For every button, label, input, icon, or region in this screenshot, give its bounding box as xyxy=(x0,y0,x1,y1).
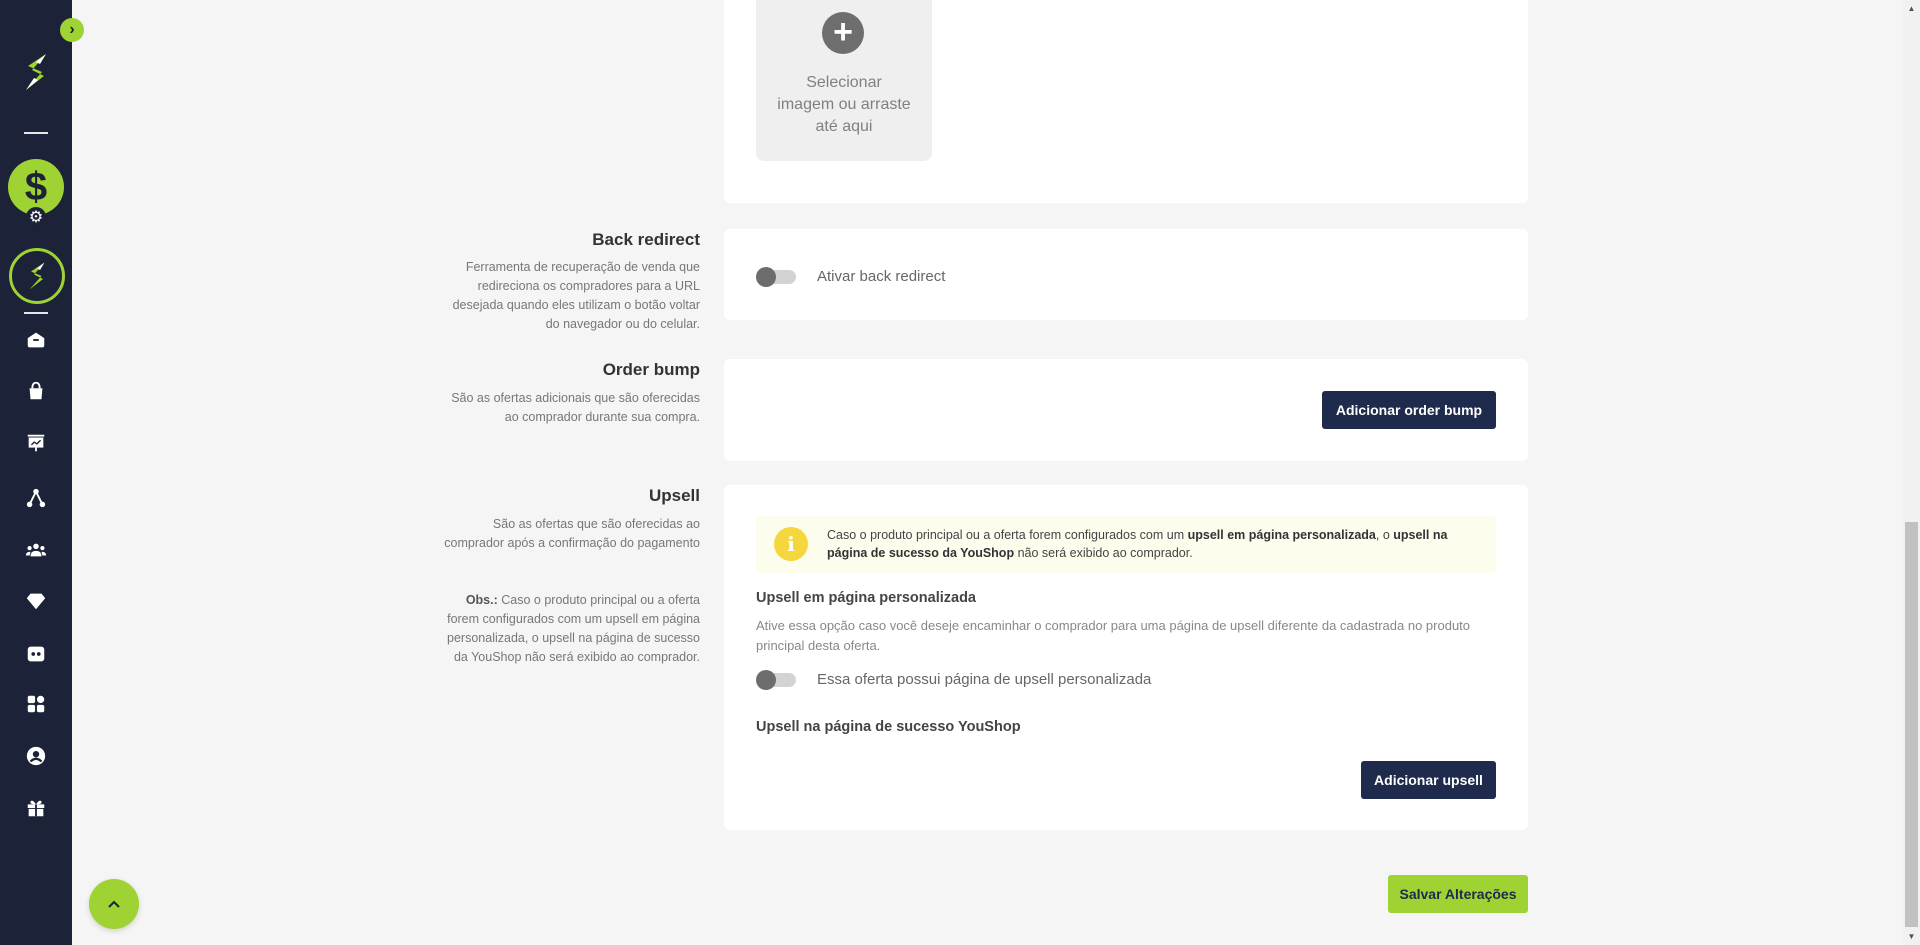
plus-icon: + xyxy=(822,12,864,54)
gear-icon[interactable]: ⚙ xyxy=(26,207,46,227)
dashboard-icon[interactable] xyxy=(22,640,50,668)
network-icon[interactable] xyxy=(22,484,50,512)
info-icon: i xyxy=(774,527,808,561)
scroll-to-top-button[interactable] xyxy=(89,879,139,929)
image-upload-dropzone[interactable]: + Selecionar imagem ou arraste até aqui xyxy=(756,0,932,161)
page-scrollbar[interactable]: ▲ ▼ xyxy=(1903,0,1920,945)
bag-icon[interactable] xyxy=(22,377,50,405)
scroll-down-arrow-icon[interactable]: ▼ xyxy=(1903,928,1920,945)
success-page-upsell-title: Upsell na página de sucesso YouShop xyxy=(756,719,1021,735)
upsell-obs-label: Obs.: xyxy=(465,593,498,607)
gift-icon[interactable] xyxy=(22,794,50,822)
custom-upsell-description: Ative essa opção caso você deseje encami… xyxy=(756,618,1471,653)
brand-logo[interactable] xyxy=(16,50,56,94)
upload-text: Selecionar imagem ou arraste até aqui xyxy=(777,74,911,135)
upsell-info-alert: i Caso o produto principal ou a oferta f… xyxy=(756,516,1496,573)
back-redirect-toggle-label: Ativar back redirect xyxy=(817,268,946,285)
user-circle-icon[interactable] xyxy=(22,742,50,770)
custom-upsell-title: Upsell em página personalizada xyxy=(756,590,976,606)
upsell-description: São as ofertas que são oferecidas ao com… xyxy=(444,517,700,550)
users-icon[interactable] xyxy=(22,536,50,564)
order-bump-description: São as ofertas adicionais que são oferec… xyxy=(451,391,700,424)
custom-upsell-toggle[interactable] xyxy=(756,670,796,690)
upsell-title: Upsell xyxy=(648,486,700,505)
sidebar-divider xyxy=(24,132,48,134)
upsell-obs: Obs.: Caso o produto principal ou a ofer… xyxy=(440,591,700,667)
order-bump-title: Order bump xyxy=(602,360,700,379)
back-redirect-title: Back redirect xyxy=(592,230,700,249)
custom-upsell-toggle-label: Essa oferta possui página de upsell pers… xyxy=(817,671,1152,688)
expand-sidebar-button[interactable]: › xyxy=(60,18,84,42)
add-upsell-button[interactable]: Adicionar upsell xyxy=(1361,761,1496,799)
scroll-up-arrow-icon[interactable]: ▲ xyxy=(1903,0,1920,17)
presentation-icon[interactable] xyxy=(22,429,50,457)
chevron-up-icon xyxy=(108,900,120,908)
store-logo-icon[interactable] xyxy=(9,248,65,304)
diamond-icon[interactable] xyxy=(22,587,50,615)
apps-icon[interactable] xyxy=(22,690,50,718)
add-order-bump-button[interactable]: Adicionar order bump xyxy=(1322,391,1496,429)
sidebar-divider xyxy=(24,312,48,314)
save-changes-button[interactable]: Salvar Alterações xyxy=(1388,875,1528,913)
sidebar: $ ⚙ xyxy=(0,0,72,945)
home-icon[interactable] xyxy=(22,326,50,354)
back-redirect-toggle[interactable] xyxy=(756,267,796,287)
scrollbar-thumb[interactable] xyxy=(1905,522,1918,927)
alert-text: Caso o produto principal ou a oferta for… xyxy=(827,528,1448,560)
back-redirect-description: Ferramenta de recuperação de venda que r… xyxy=(452,260,700,331)
